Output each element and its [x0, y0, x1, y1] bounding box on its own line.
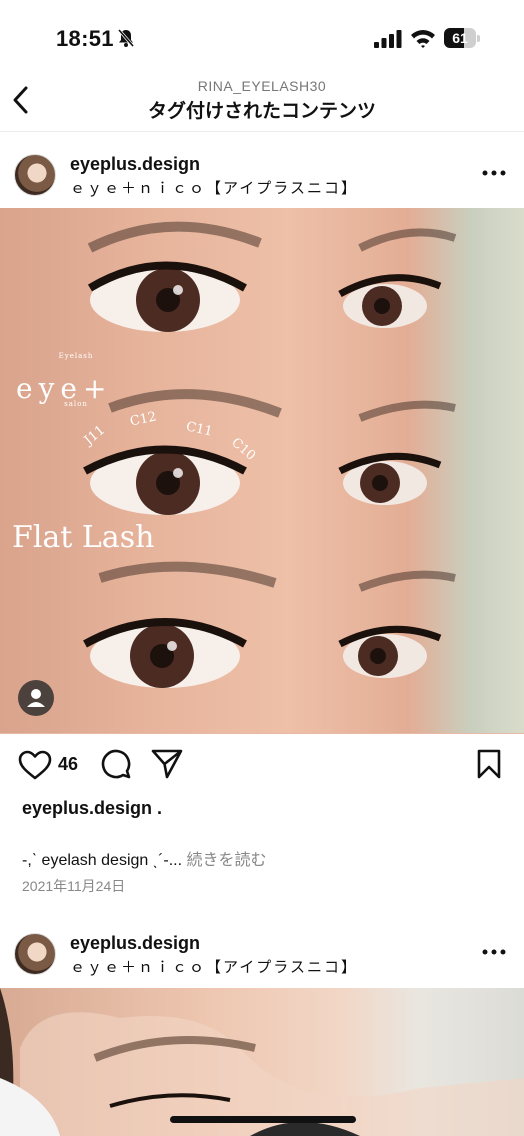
post-subtitle[interactable]: ｅｙｅ＋ｎｉｃｏ【アイプラスニコ】	[70, 956, 358, 977]
nav-subtitle: RINA_EYELASH30	[197, 78, 327, 94]
overlay-flat-lash-text: Flat Lash	[12, 520, 155, 555]
heart-icon[interactable]	[18, 750, 52, 780]
bell-slash-icon	[117, 29, 135, 47]
photo-panel-bottom	[0, 558, 524, 733]
caption-text: -,ˋ eyelash design ˎ´-... 続きを読む	[22, 846, 267, 870]
more-dots-icon[interactable]	[482, 949, 506, 955]
more-dots-icon[interactable]	[482, 170, 506, 176]
read-more-link[interactable]: 続きを読む	[187, 852, 267, 869]
like-count[interactable]: 46	[58, 754, 78, 775]
share-icon[interactable]	[150, 748, 184, 780]
user-tag-icon[interactable]	[18, 680, 54, 716]
post-image[interactable]	[0, 988, 524, 1136]
status-time: 18:51	[56, 26, 114, 51]
post-date: 2021年11月24日	[22, 878, 126, 894]
signal-icon	[374, 30, 402, 48]
wifi-icon	[411, 30, 435, 48]
overlay-eyelash-text: Eyelash	[58, 352, 94, 360]
nav-header: RINA_EYELASH30 タグ付けされたコンテンツ	[0, 74, 524, 132]
battery-level: 61	[452, 30, 468, 46]
avatar[interactable]	[14, 933, 56, 975]
overlay-salon-text: salon	[64, 400, 88, 408]
post-action-bar: 46	[0, 744, 524, 788]
post-header: eyeplus.design ｅｙｅ＋ｎｉｃｏ【アイプラスニコ】	[0, 929, 524, 985]
avatar[interactable]	[14, 154, 56, 196]
bookmark-icon[interactable]	[476, 748, 502, 780]
post-header: eyeplus.design ｅｙｅ＋ｎｉｃｏ【アイプラスニコ】	[0, 150, 524, 206]
comment-icon[interactable]	[100, 748, 132, 780]
post-username[interactable]: eyeplus.design	[70, 154, 200, 175]
page-title: タグ付けされたコンテンツ	[147, 101, 376, 122]
post-subtitle[interactable]: ｅｙｅ＋ｎｉｃｏ【アイプラスニコ】	[70, 177, 358, 198]
post-image[interactable]	[0, 208, 524, 734]
caption-username[interactable]: eyeplus.design .	[22, 798, 162, 819]
post-username[interactable]: eyeplus.design	[70, 933, 200, 954]
home-indicator[interactable]	[170, 1116, 356, 1123]
battery-icon: 61	[444, 28, 480, 48]
caption-body: -,ˋ eyelash design ˎ´-...	[22, 852, 187, 869]
status-bar: 18:51 61	[0, 0, 524, 78]
